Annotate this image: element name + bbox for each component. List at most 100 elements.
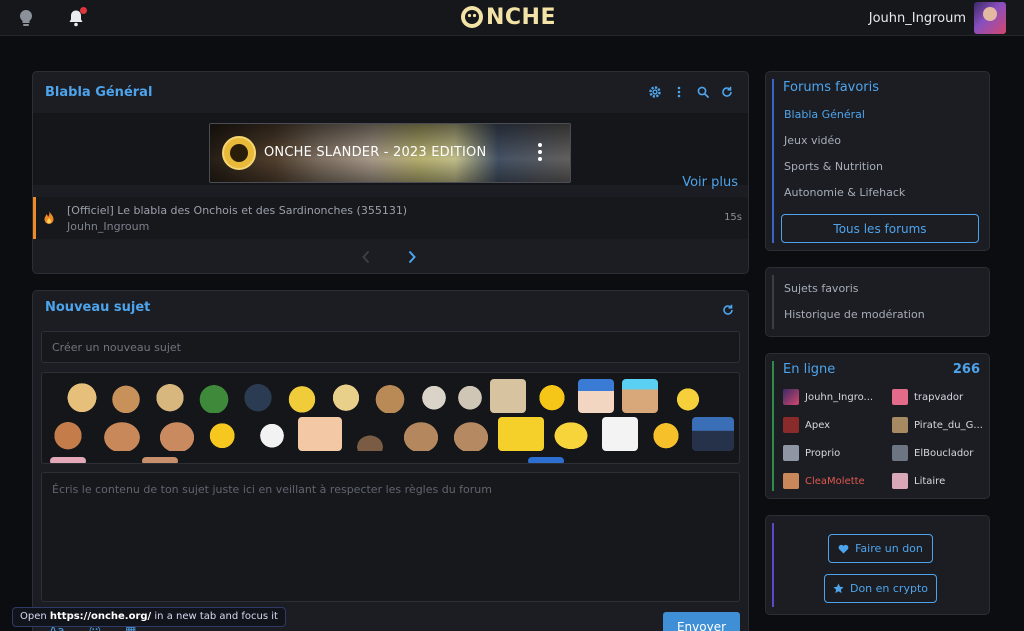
sticker[interactable] <box>498 417 544 451</box>
sticker[interactable] <box>206 417 242 451</box>
forum-header-actions <box>648 85 734 99</box>
sticker[interactable] <box>142 457 178 463</box>
sticker[interactable] <box>528 457 564 463</box>
sticker[interactable] <box>602 417 638 451</box>
online-user[interactable]: Jouhn_Ingro... <box>783 389 883 405</box>
sticker[interactable] <box>240 379 276 413</box>
sticker[interactable] <box>196 379 232 413</box>
subject-input[interactable] <box>41 331 740 363</box>
favorite-forum-item[interactable]: Jeux vidéo <box>784 134 841 147</box>
sticker[interactable] <box>648 417 684 451</box>
top-bar-left <box>14 6 88 30</box>
star-icon <box>833 583 844 594</box>
sticker[interactable] <box>490 379 526 413</box>
sticker[interactable] <box>50 417 86 451</box>
donate-panel: Faire un don Don en crypto <box>765 515 990 615</box>
user-avatar <box>892 445 908 461</box>
topic-body-textarea[interactable] <box>41 472 740 602</box>
crypto-donate-button[interactable]: Don en crypto <box>824 574 937 603</box>
sticker[interactable] <box>622 379 658 413</box>
online-user[interactable]: Pirate_du_G... <box>892 417 992 433</box>
online-title: En ligne <box>783 362 836 377</box>
sticker[interactable] <box>372 379 408 413</box>
sticker[interactable] <box>416 379 452 413</box>
topic-title[interactable]: [Officiel] Le blabla des Onchois et des … <box>67 204 407 217</box>
donate-button[interactable]: Faire un don <box>828 534 933 563</box>
sticker[interactable] <box>578 379 614 413</box>
online-user-name: Jouhn_Ingro... <box>805 391 874 403</box>
notification-bell-icon[interactable] <box>64 6 88 30</box>
moderation-history-link[interactable]: Historique de modération <box>784 308 925 321</box>
send-button[interactable]: Envoyer <box>663 612 740 631</box>
sticker[interactable] <box>298 417 342 451</box>
tooltip-prefix: Open <box>20 611 50 622</box>
avatar[interactable] <box>974 2 1006 34</box>
favorite-forum-item[interactable]: Blabla Général <box>784 108 865 121</box>
refresh-icon[interactable] <box>722 301 734 320</box>
online-user-name: trapvador <box>914 391 964 403</box>
online-count: 266 <box>952 362 980 377</box>
online-user[interactable]: ElBouclador <box>892 445 992 461</box>
sticker[interactable] <box>548 417 594 451</box>
gear-icon[interactable] <box>648 85 662 99</box>
sticker[interactable] <box>254 417 290 451</box>
user-menu[interactable]: Jouhn_Ingroum <box>869 2 1006 34</box>
sticker[interactable] <box>670 379 706 413</box>
video-title: ONCHE SLANDER - 2023 EDITION <box>264 145 487 160</box>
panel-accent-bar <box>772 523 774 607</box>
favorite-forum-item[interactable]: Sports & Nutrition <box>784 160 883 173</box>
more-vertical-icon[interactable] <box>672 85 686 99</box>
online-user-name: CleaMolette <box>805 475 865 487</box>
sticker[interactable] <box>692 417 734 451</box>
refresh-icon[interactable] <box>720 85 734 99</box>
topic-row[interactable]: [Officiel] Le blabla des Onchois et des … <box>33 197 748 239</box>
panel-accent-bar <box>772 361 774 491</box>
video-menu-icon[interactable] <box>538 143 542 161</box>
online-user[interactable]: Litaire <box>892 473 992 489</box>
panel-accent-bar <box>772 79 774 243</box>
all-forums-button[interactable]: Tous les forums <box>781 214 979 243</box>
sticker[interactable] <box>108 379 144 413</box>
notification-dot <box>80 7 87 14</box>
video-thumbnail[interactable]: ONCHE SLANDER - 2023 EDITION <box>209 123 571 183</box>
favorite-forum-item[interactable]: Autonomie & Lifehack <box>784 186 905 199</box>
topic-time: 15s <box>724 212 742 223</box>
forum-title[interactable]: Blabla Général <box>45 85 152 100</box>
sticker[interactable] <box>152 379 188 413</box>
voir-plus-link[interactable]: Voir plus <box>682 175 738 190</box>
online-user[interactable]: Proprio <box>783 445 883 461</box>
sticker[interactable] <box>352 431 388 451</box>
online-user[interactable]: trapvador <box>892 389 992 405</box>
donate-label: Faire un don <box>855 542 923 555</box>
sticker[interactable] <box>154 417 200 451</box>
crypto-donate-label: Don en crypto <box>849 582 928 595</box>
user-avatar <box>783 389 799 405</box>
online-user-name: ElBouclador <box>914 447 974 459</box>
sticker[interactable] <box>284 379 320 413</box>
sticker[interactable] <box>534 379 570 413</box>
sticker[interactable] <box>98 417 146 451</box>
fire-icon <box>43 210 55 229</box>
sticker[interactable] <box>50 457 86 463</box>
online-user[interactable]: Apex <box>783 417 883 433</box>
site-logo[interactable]: NCHE <box>460 4 556 30</box>
video-banner-strip: ONCHE SLANDER - 2023 EDITION Voir plus <box>33 113 748 190</box>
sticker[interactable] <box>64 379 100 413</box>
online-user-name: Litaire <box>914 475 946 487</box>
search-icon[interactable] <box>696 85 710 99</box>
quick-links-panel: Sujets favoris Historique de modération <box>765 267 990 337</box>
sticker[interactable] <box>328 379 364 413</box>
sticker-picker[interactable] <box>41 372 740 464</box>
topic-author[interactable]: Jouhn_Ingroum <box>67 220 149 233</box>
sticker[interactable] <box>452 379 488 413</box>
tooltip-suffix: in a new tab and focus it <box>151 611 278 622</box>
chevron-right-icon[interactable] <box>407 249 417 268</box>
sticker[interactable] <box>398 417 444 451</box>
user-avatar <box>892 473 908 489</box>
username[interactable]: Jouhn_Ingroum <box>869 11 966 26</box>
sticker[interactable] <box>448 417 494 451</box>
online-user[interactable]: CleaMolette <box>783 473 883 489</box>
chevron-left-icon[interactable] <box>361 249 371 268</box>
lightbulb-icon[interactable] <box>14 6 38 30</box>
favorite-topics-link[interactable]: Sujets favoris <box>784 282 858 295</box>
